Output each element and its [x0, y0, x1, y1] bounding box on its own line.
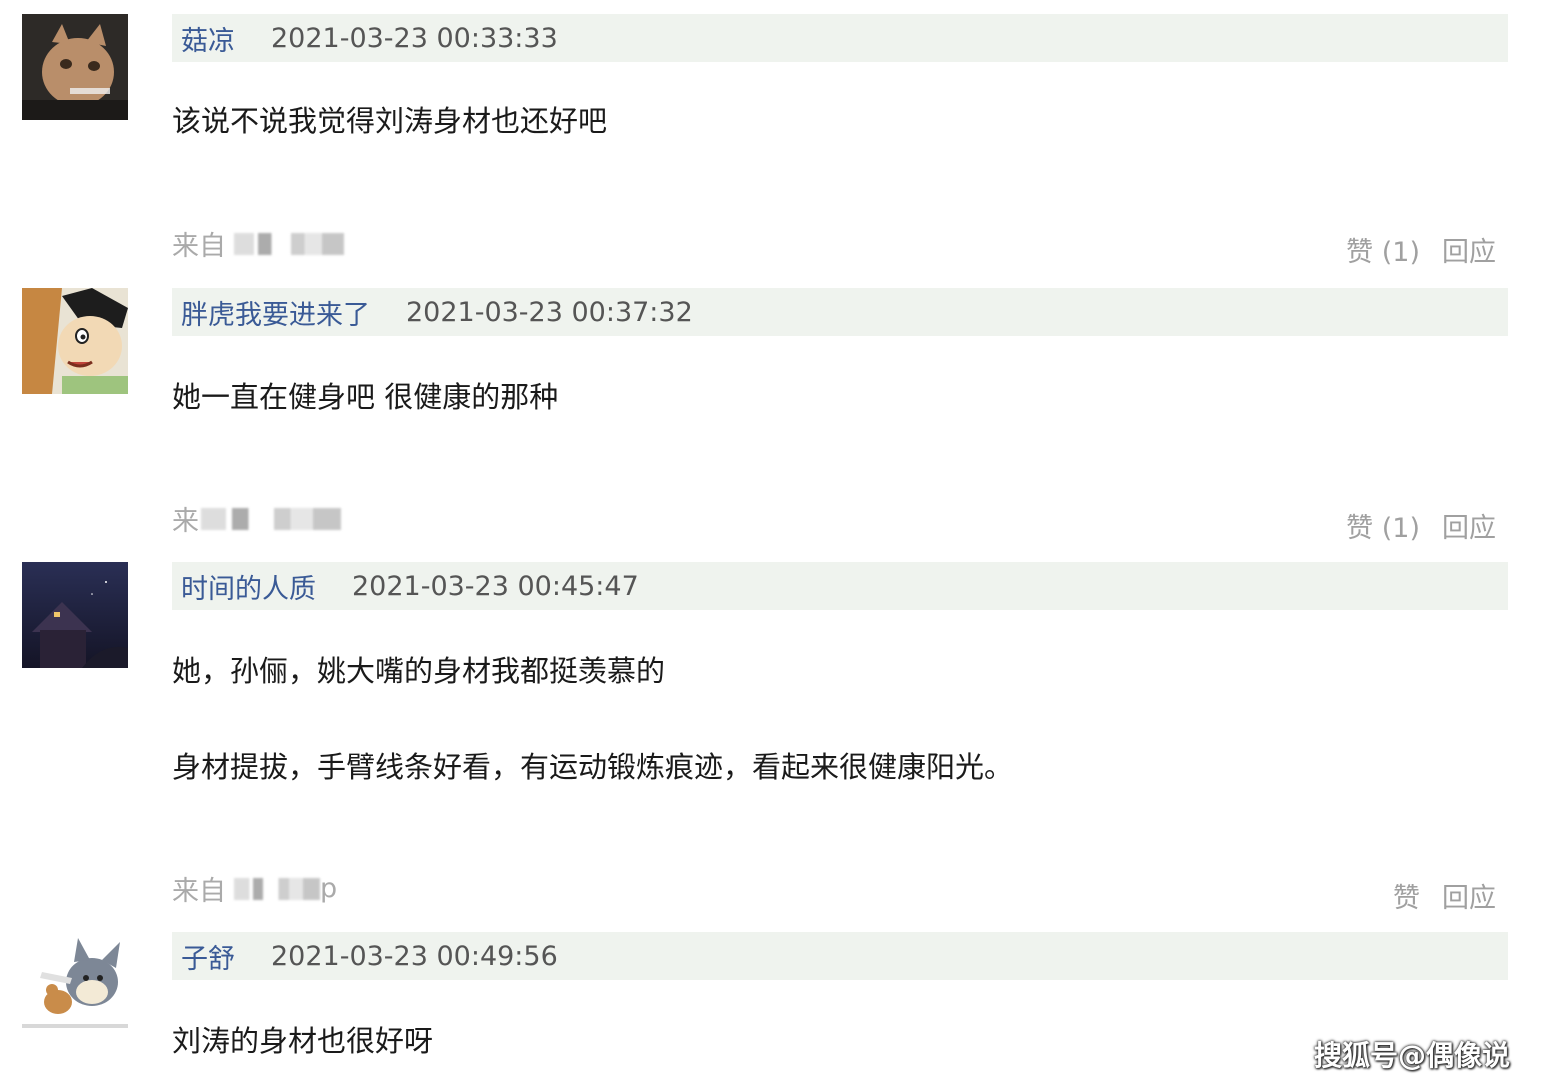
source-suffix: p [320, 873, 338, 904]
timestamp: 2021-03-23 00:45:47 [352, 570, 639, 602]
avatar[interactable] [22, 562, 128, 668]
comment-text: 她一直在健身吧 很健康的那种 [172, 380, 559, 414]
blurred-source [234, 232, 344, 255]
author-link[interactable]: 菇凉 [181, 19, 235, 58]
timestamp: 2021-03-23 00:37:32 [406, 296, 693, 328]
source-info: 来 [172, 499, 341, 538]
comment-actions: 赞 (1) 回应 [1346, 230, 1496, 269]
comment-header: 胖虎我要进来了 2021-03-23 00:37:32 [172, 288, 1508, 336]
like-button[interactable]: 赞 (1) [1346, 230, 1420, 269]
reply-button[interactable]: 回应 [1442, 230, 1496, 269]
timestamp: 2021-03-23 00:49:56 [271, 940, 558, 972]
reply-button[interactable]: 回应 [1442, 506, 1496, 545]
like-button[interactable]: 赞 [1393, 876, 1420, 915]
watermark: 搜狐号@偶像说 [1313, 1039, 1510, 1072]
blurred-source [201, 507, 341, 530]
avatar[interactable] [22, 288, 128, 394]
avatar[interactable] [22, 14, 128, 120]
source-info: 来自 [172, 224, 344, 263]
comment-text: 她，孙俪，姚大嘴的身材我都挺羡慕的 [172, 654, 666, 688]
comment-actions: 赞 (1) 回应 [1346, 506, 1496, 545]
source-info: 来自 p [172, 869, 337, 908]
author-link[interactable]: 子舒 [181, 937, 235, 976]
reply-button[interactable]: 回应 [1442, 876, 1496, 915]
timestamp: 2021-03-23 00:33:33 [271, 22, 558, 54]
source-prefix: 来自 [172, 231, 226, 262]
comment-text: 刘涛的身材也很好呀 [172, 1024, 434, 1058]
comment-header: 时间的人质 2021-03-23 00:45:47 [172, 562, 1508, 610]
source-prefix: 来 [172, 506, 199, 537]
blurred-source [234, 877, 320, 900]
author-link[interactable]: 时间的人质 [181, 567, 316, 606]
avatar[interactable] [22, 932, 128, 1038]
like-button[interactable]: 赞 (1) [1346, 506, 1420, 545]
comment-text: 该说不说我觉得刘涛身材也还好吧 [172, 104, 608, 138]
source-prefix: 来自 [172, 876, 226, 907]
comment-header: 子舒 2021-03-23 00:49:56 [172, 932, 1508, 980]
comment-actions: 赞 回应 [1393, 876, 1496, 915]
author-link[interactable]: 胖虎我要进来了 [181, 293, 370, 332]
comment-text: 身材提拔，手臂线条好看，有运动锻炼痕迹，看起来很健康阳光。 [172, 750, 1014, 784]
comment-header: 菇凉 2021-03-23 00:33:33 [172, 14, 1508, 62]
